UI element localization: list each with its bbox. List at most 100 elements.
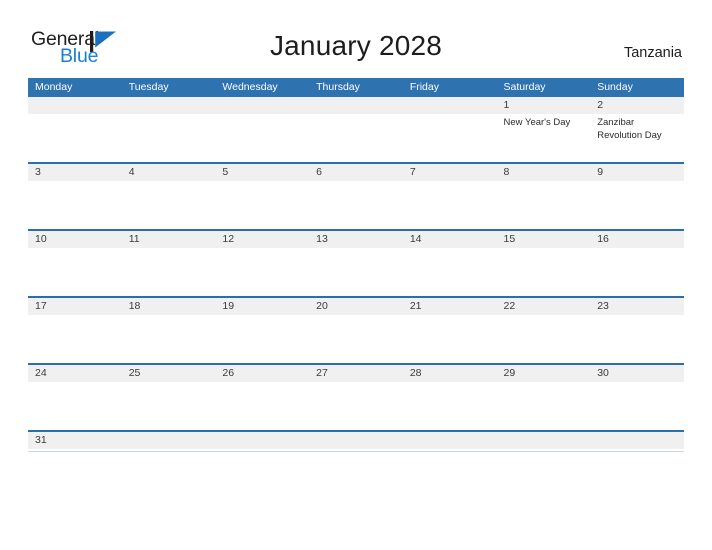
day-cell[interactable]: 27 xyxy=(309,365,403,430)
day-number: 2 xyxy=(597,99,604,111)
day-cell[interactable] xyxy=(590,432,684,451)
day-events xyxy=(222,248,309,251)
day-cell[interactable] xyxy=(497,432,591,451)
week-row: 24 25 26 27 28 29 30 xyxy=(28,365,684,432)
week-day-cells: 10 11 12 13 14 15 16 xyxy=(28,231,684,296)
day-events xyxy=(316,315,403,318)
day-number: 19 xyxy=(222,300,235,312)
day-events xyxy=(410,114,497,117)
day-cell[interactable]: 21 xyxy=(403,298,497,363)
day-number: 7 xyxy=(409,166,416,178)
day-number xyxy=(410,97,497,114)
day-cell[interactable]: 2 Zanzibar Revolution Day xyxy=(590,97,684,162)
day-cell[interactable] xyxy=(215,97,309,162)
day-events xyxy=(410,248,497,251)
day-cell[interactable]: 1 New Year's Day xyxy=(497,97,591,162)
day-cell[interactable]: 20 xyxy=(309,298,403,363)
day-cell[interactable]: 29 xyxy=(497,365,591,430)
day-cell[interactable]: 17 xyxy=(28,298,122,363)
weekday-header-saturday: Saturday xyxy=(503,81,546,93)
day-events: Zanzibar Revolution Day xyxy=(597,114,684,142)
week-row: 17 18 19 20 21 22 23 xyxy=(28,298,684,365)
day-number: 4 xyxy=(128,166,135,178)
day-events xyxy=(597,315,684,318)
day-cell[interactable]: 6 xyxy=(309,164,403,229)
day-cell[interactable] xyxy=(309,97,403,162)
day-events xyxy=(410,449,497,452)
day-events xyxy=(129,315,216,318)
day-cell[interactable] xyxy=(122,432,216,451)
day-number: 9 xyxy=(597,166,604,178)
day-cell[interactable]: 30 xyxy=(590,365,684,430)
day-number: 26 xyxy=(222,367,235,379)
day-number xyxy=(222,432,309,449)
day-number: 25 xyxy=(128,367,141,379)
week-row: 3 4 5 6 7 8 9 xyxy=(28,164,684,231)
day-events xyxy=(129,114,216,117)
weekday-header-wednesday: Wednesday xyxy=(222,81,278,93)
locale-label: Tanzania xyxy=(623,45,682,61)
day-cell[interactable]: 12 xyxy=(215,231,309,296)
day-events xyxy=(35,114,122,117)
day-events xyxy=(316,449,403,452)
day-cell[interactable]: 31 xyxy=(28,432,122,451)
day-number: 8 xyxy=(503,166,510,178)
day-events xyxy=(129,449,216,452)
day-events xyxy=(129,382,216,385)
day-cell[interactable] xyxy=(215,432,309,451)
day-cell[interactable]: 15 xyxy=(497,231,591,296)
day-events xyxy=(410,315,497,318)
day-number: 14 xyxy=(409,233,422,245)
day-events xyxy=(504,449,591,452)
day-cell[interactable]: 25 xyxy=(122,365,216,430)
day-cell[interactable] xyxy=(28,97,122,162)
day-cell[interactable]: 28 xyxy=(403,365,497,430)
day-cell[interactable]: 16 xyxy=(590,231,684,296)
day-cell[interactable]: 23 xyxy=(590,298,684,363)
page-header: General Blue January 2028 Tanzania xyxy=(0,0,712,78)
day-cell[interactable]: 24 xyxy=(28,365,122,430)
day-number: 30 xyxy=(597,367,609,379)
day-cell[interactable]: 26 xyxy=(215,365,309,430)
day-cell[interactable]: 3 xyxy=(28,164,122,229)
day-cell[interactable]: 4 xyxy=(122,164,216,229)
day-events xyxy=(35,449,122,452)
day-events xyxy=(35,181,122,184)
day-cell[interactable]: 18 xyxy=(122,298,216,363)
day-cell[interactable]: 14 xyxy=(403,231,497,296)
day-cell[interactable]: 22 xyxy=(497,298,591,363)
day-number: 23 xyxy=(597,300,609,312)
day-events xyxy=(504,315,591,318)
day-events xyxy=(222,114,309,117)
day-cell[interactable]: 13 xyxy=(309,231,403,296)
day-number: 21 xyxy=(409,300,422,312)
day-cell[interactable] xyxy=(122,97,216,162)
day-events xyxy=(504,181,591,184)
day-events xyxy=(35,382,122,385)
day-cell[interactable]: 10 xyxy=(28,231,122,296)
week-day-cells: 31 xyxy=(28,432,684,451)
day-number: 6 xyxy=(316,166,322,178)
day-cell[interactable]: 8 xyxy=(497,164,591,229)
day-number xyxy=(316,97,403,114)
day-cell[interactable] xyxy=(309,432,403,451)
day-cell[interactable]: 5 xyxy=(215,164,309,229)
day-events xyxy=(504,382,591,385)
day-events xyxy=(316,181,403,184)
day-events xyxy=(410,382,497,385)
day-events xyxy=(316,382,403,385)
day-cell[interactable] xyxy=(403,432,497,451)
weekday-header-monday: Monday xyxy=(35,81,73,93)
week-row: 31 xyxy=(28,432,684,452)
weekday-header-thursday: Thursday xyxy=(316,81,360,93)
day-cell[interactable]: 7 xyxy=(403,164,497,229)
day-cell[interactable] xyxy=(403,97,497,162)
day-cell[interactable]: 19 xyxy=(215,298,309,363)
day-cell[interactable]: 9 xyxy=(590,164,684,229)
day-number: 13 xyxy=(316,233,328,245)
day-cell[interactable]: 11 xyxy=(122,231,216,296)
day-number: 11 xyxy=(128,233,140,245)
weekday-header-sunday: Sunday xyxy=(597,81,633,93)
day-events xyxy=(597,382,684,385)
week-row: 10 11 12 13 14 15 16 xyxy=(28,231,684,298)
